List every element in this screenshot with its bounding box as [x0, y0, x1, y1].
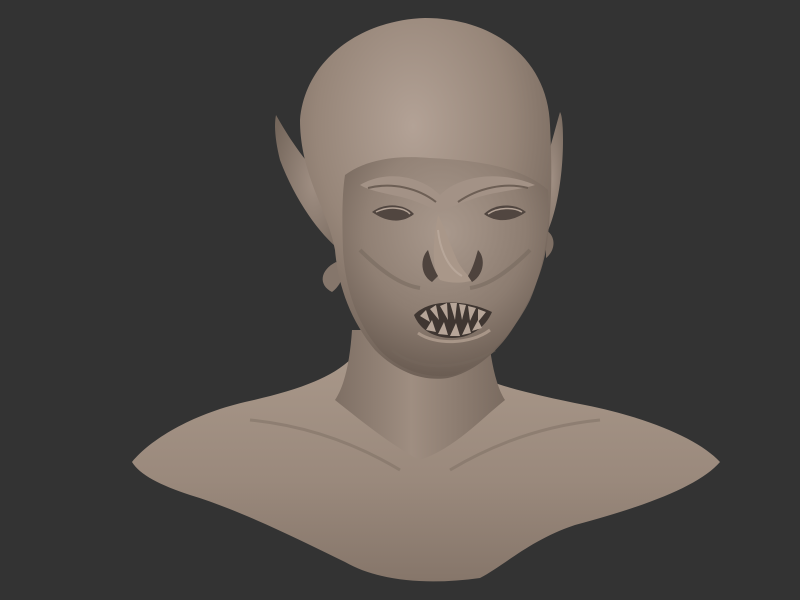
sculpt-viewport[interactable]: [0, 0, 800, 600]
bust-render: [132, 18, 720, 582]
